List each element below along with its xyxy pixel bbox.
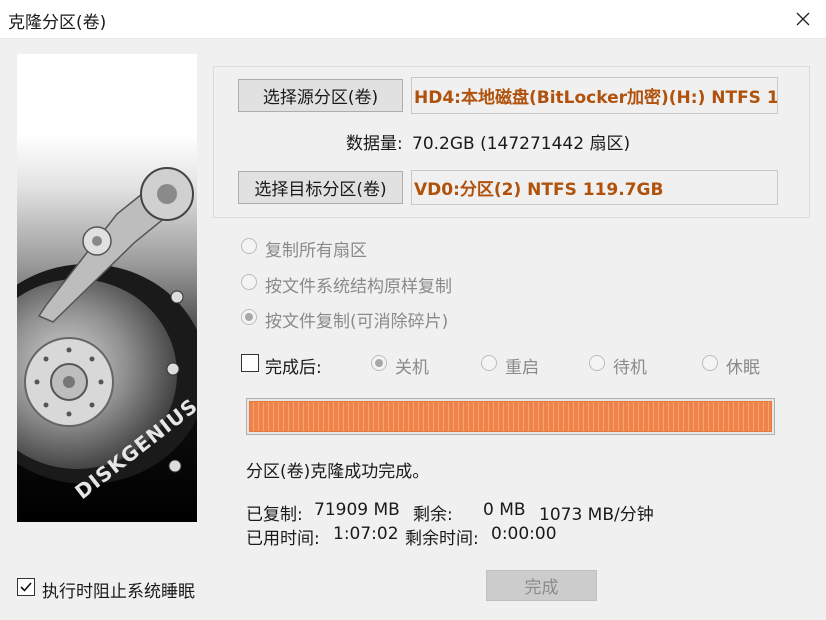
hard-drive-image: DISKGENIUS (17, 167, 197, 504)
target-partition-field: VD0:分区(2) NTFS 119.7GB (411, 170, 778, 205)
progress-fill (249, 401, 772, 432)
window-title: 克隆分区(卷) (8, 13, 107, 33)
remaining-time-label: 剩余时间: (405, 529, 479, 549)
remaining-label: 剩余: (413, 505, 453, 525)
copy-speed: 1073 MB/分钟 (539, 505, 654, 525)
radio-copy-all-sectors[interactable] (241, 238, 257, 254)
clone-progress-bar (246, 398, 775, 435)
hibernate-label: 休眠 (726, 358, 760, 378)
radio-hibernate[interactable] (702, 355, 718, 371)
close-button[interactable] (780, 0, 826, 38)
after-complete-label: 完成后: (265, 358, 322, 378)
radio-restart[interactable] (481, 355, 497, 371)
data-size-label: 数据量: (346, 134, 403, 154)
select-source-button[interactable]: 选择源分区(卷) (238, 79, 403, 112)
copy-mode-label: 按文件复制(可消除碎片) (265, 312, 449, 332)
disk-artwork: DISKGENIUS (17, 54, 197, 522)
restart-label: 重启 (505, 358, 539, 378)
data-size-value: 70.2GB (147271442 扇区) (412, 134, 631, 154)
status-message: 分区(卷)克隆成功完成。 (246, 462, 430, 482)
shutdown-label: 关机 (395, 358, 429, 378)
copied-label: 已复制: (246, 505, 303, 525)
radio-copy-by-file[interactable] (241, 309, 257, 325)
remaining-time-value: 0:00:00 (491, 524, 557, 544)
title-bar: 克隆分区(卷) (0, 0, 826, 39)
radio-copy-fs-structure[interactable] (241, 274, 257, 290)
select-target-button[interactable]: 选择目标分区(卷) (238, 171, 403, 204)
copy-mode-label: 复制所有扇区 (265, 241, 367, 261)
prevent-sleep-label: 执行时阻止系统睡眠 (42, 582, 195, 602)
checkmark-icon (20, 582, 32, 592)
radio-standby[interactable] (589, 355, 605, 371)
prevent-sleep-checkbox[interactable] (17, 578, 35, 596)
copy-mode-label: 按文件系统结构原样复制 (265, 277, 452, 297)
elapsed-value: 1:07:02 (333, 524, 399, 544)
remaining-value: 0 MB (483, 500, 526, 520)
source-partition-field: HD4:本地磁盘(BitLocker加密)(H:) NTFS 11 (411, 77, 778, 114)
standby-label: 待机 (613, 358, 647, 378)
copied-value: 71909 MB (314, 500, 400, 520)
radio-shutdown[interactable] (371, 355, 387, 371)
close-icon (796, 12, 810, 26)
finish-button[interactable]: 完成 (486, 570, 597, 601)
after-complete-checkbox[interactable] (241, 354, 259, 372)
elapsed-label: 已用时间: (246, 529, 320, 549)
